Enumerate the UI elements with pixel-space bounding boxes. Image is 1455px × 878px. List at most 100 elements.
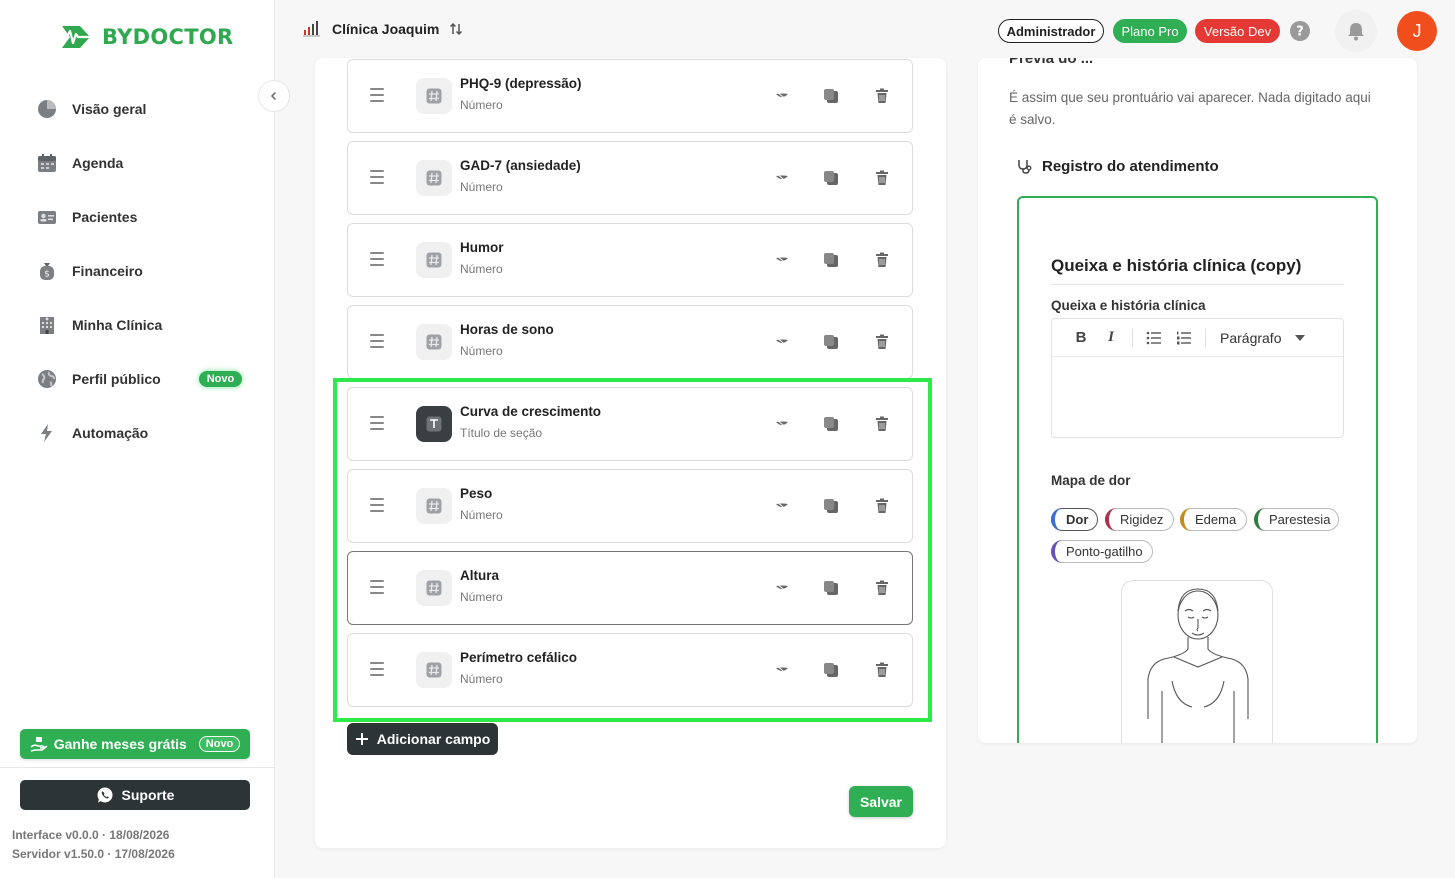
svg-text:$: $: [44, 270, 50, 280]
hash-icon: [416, 324, 452, 360]
help-button[interactable]: ?: [1279, 10, 1321, 52]
delete-button[interactable]: [872, 250, 892, 270]
svg-text:?: ?: [1296, 25, 1304, 40]
duplicate-button[interactable]: [821, 414, 841, 434]
sidebar-item-pacientes[interactable]: Pacientes: [36, 190, 256, 244]
support-button[interactable]: Suporte: [20, 780, 250, 810]
duplicate-button[interactable]: [821, 168, 841, 188]
rich-text-editor[interactable]: B I Parágrafo: [1051, 318, 1344, 438]
hash-icon: [416, 160, 452, 196]
duplicate-button[interactable]: [821, 250, 841, 270]
drag-handle-icon[interactable]: [370, 252, 384, 270]
drag-handle-icon[interactable]: [370, 416, 384, 434]
field-row[interactable]: Perímetro cefálico Número: [347, 633, 913, 707]
env-badge[interactable]: Versão Dev: [1195, 19, 1280, 43]
delete-button[interactable]: [872, 660, 892, 680]
field-row[interactable]: Peso Número: [347, 469, 913, 543]
copy-icon: [824, 253, 838, 267]
drag-handle-icon[interactable]: [370, 498, 384, 516]
avatar[interactable]: J: [1397, 11, 1437, 51]
eye-slash-icon: [776, 173, 788, 183]
sidebar-item-agenda[interactable]: Agenda: [36, 136, 256, 190]
field-title: Humor: [460, 240, 504, 255]
delete-button[interactable]: [872, 414, 892, 434]
delete-button[interactable]: [872, 86, 892, 106]
duplicate-button[interactable]: [821, 660, 841, 680]
field-type: Número: [460, 590, 503, 604]
field-row[interactable]: Humor Número: [347, 223, 913, 297]
delete-button[interactable]: [872, 578, 892, 598]
trash-icon: [876, 334, 888, 349]
clinic-name: Clínica Joaquim: [332, 21, 440, 37]
pain-chip[interactable]: Rigidez: [1105, 508, 1174, 531]
bell-icon: [1348, 23, 1364, 41]
visibility-toggle-button[interactable]: [772, 332, 792, 352]
sidebar-item-financeiro[interactable]: $ Financeiro: [36, 244, 256, 298]
plan-badge[interactable]: Plano Pro: [1113, 19, 1187, 43]
bullet-list-button[interactable]: [1139, 331, 1169, 345]
save-button[interactable]: Salvar: [849, 786, 913, 817]
bold-button[interactable]: B: [1066, 329, 1096, 346]
copy-icon: [824, 417, 838, 431]
ordered-list-button[interactable]: [1169, 331, 1199, 345]
body-map[interactable]: [1121, 580, 1273, 743]
pain-map-label: Mapa de dor: [1051, 473, 1131, 488]
italic-button[interactable]: I: [1096, 329, 1126, 346]
visibility-toggle-button[interactable]: [772, 496, 792, 516]
pain-chip[interactable]: Parestesia: [1254, 508, 1339, 531]
duplicate-button[interactable]: [821, 86, 841, 106]
pain-chip[interactable]: Ponto-gatilho: [1051, 540, 1153, 563]
swap-arrows-icon: [450, 22, 463, 36]
field-type: Número: [460, 262, 503, 276]
promo-button[interactable]: Ganhe meses grátis Novo: [20, 729, 250, 759]
visibility-toggle-button[interactable]: [772, 660, 792, 680]
brand-logo[interactable]: BYDOCTOR: [56, 22, 234, 52]
drag-handle-icon[interactable]: [370, 662, 384, 680]
visibility-toggle-button[interactable]: [772, 414, 792, 434]
field-title: Perímetro cefálico: [460, 650, 578, 665]
pain-chip[interactable]: Edema: [1180, 508, 1247, 531]
field-row[interactable]: Altura Número: [347, 551, 913, 625]
visibility-toggle-button[interactable]: [772, 250, 792, 270]
pain-chip[interactable]: Dor: [1051, 508, 1098, 531]
duplicate-button[interactable]: [821, 332, 841, 352]
delete-button[interactable]: [872, 168, 892, 188]
sidebar-item-minha-clinica[interactable]: Minha Clínica: [36, 298, 256, 352]
collapse-sidebar-button[interactable]: [258, 80, 290, 112]
trash-icon: [876, 252, 888, 267]
drag-handle-icon[interactable]: [370, 88, 384, 106]
record-heading: Registro do atendimento: [1016, 158, 1219, 175]
duplicate-button[interactable]: [821, 578, 841, 598]
trash-icon: [876, 498, 888, 513]
field-row[interactable]: Curva de crescimento Título de seção: [347, 387, 913, 461]
visibility-toggle-button[interactable]: [772, 86, 792, 106]
money-bag-icon: $: [36, 260, 58, 282]
chevron-left-icon: [270, 91, 277, 101]
visibility-toggle-button[interactable]: [772, 168, 792, 188]
drag-handle-icon[interactable]: [370, 170, 384, 188]
sidebar-item-automacao[interactable]: Automação: [36, 406, 256, 460]
notifications-button[interactable]: [1335, 10, 1377, 52]
globe-icon: [36, 368, 58, 390]
copy-icon: [824, 171, 838, 185]
field-row[interactable]: PHQ-9 (depressão) Número: [347, 59, 913, 133]
visibility-toggle-button[interactable]: [772, 578, 792, 598]
clinic-switcher[interactable]: Clínica Joaquim: [302, 20, 463, 38]
gift-hand-icon: [30, 737, 48, 752]
drag-handle-icon[interactable]: [370, 580, 384, 598]
duplicate-button[interactable]: [821, 496, 841, 516]
field-row[interactable]: Horas de sono Número: [347, 305, 913, 379]
paragraph-select[interactable]: Parágrafo: [1220, 330, 1306, 346]
add-field-button[interactable]: Adicionar campo: [347, 723, 498, 755]
bullet-list-icon: [1146, 331, 1161, 344]
role-badge[interactable]: Administrador: [998, 19, 1104, 43]
field-row[interactable]: GAD-7 (ansiedade) Número: [347, 141, 913, 215]
delete-button[interactable]: [872, 332, 892, 352]
trash-icon: [876, 88, 888, 103]
pie-chart-icon: [36, 98, 58, 120]
drag-handle-icon[interactable]: [370, 334, 384, 352]
delete-button[interactable]: [872, 496, 892, 516]
server-version: Servidor v1.50.0 · 17/08/2026: [12, 847, 175, 861]
sidebar-item-perfil-publico[interactable]: Perfil público Novo: [36, 352, 256, 406]
sidebar-item-visao-geral[interactable]: Visão geral: [36, 82, 256, 136]
